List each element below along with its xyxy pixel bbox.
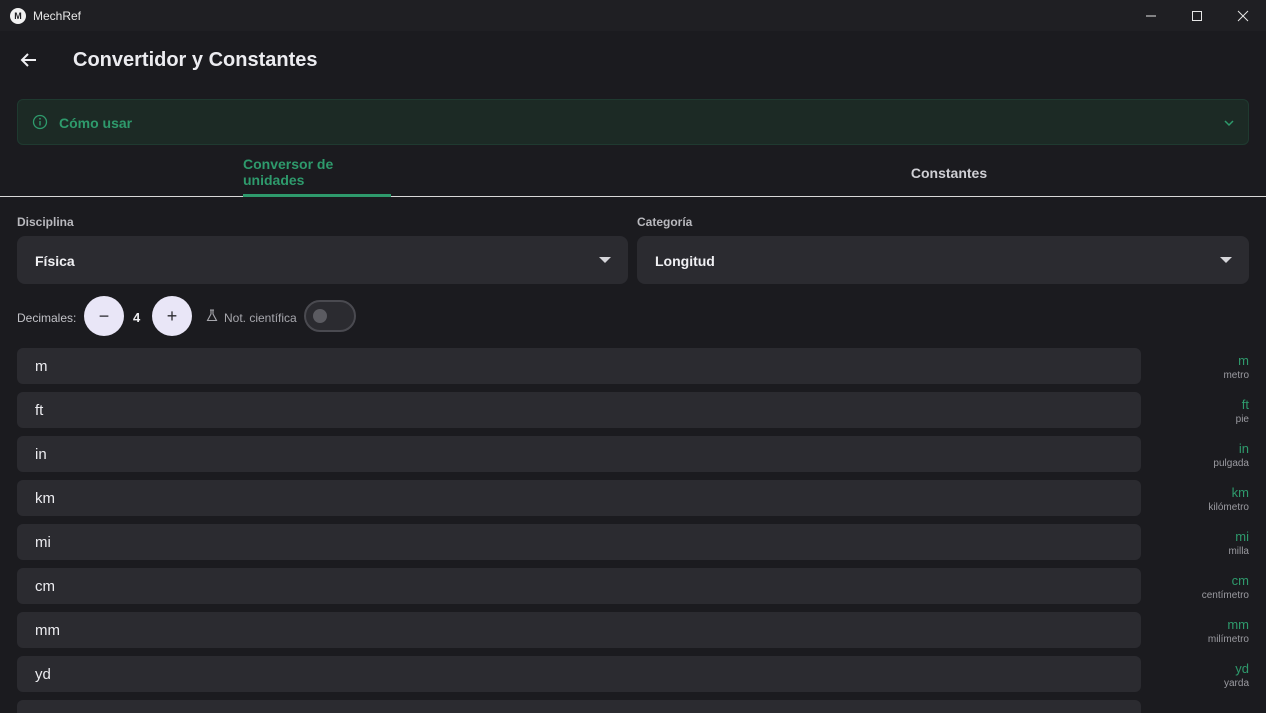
unit-input-km[interactable]: km	[17, 480, 1141, 516]
unit-input-cm[interactable]: cm	[17, 568, 1141, 604]
discipline-value: Física	[35, 253, 75, 269]
unit-name: milla	[1228, 546, 1249, 557]
decimals-label: Decimales:	[17, 311, 77, 325]
unit-symbol: ft	[1241, 397, 1249, 412]
maximize-button[interactable]	[1174, 0, 1220, 31]
close-icon	[1237, 10, 1249, 21]
list-item: yd yd yarda	[17, 656, 1249, 700]
scientific-notation-toggle[interactable]	[304, 300, 356, 332]
tab-unit-converter[interactable]: Conversor de unidades	[243, 150, 391, 197]
how-to-use-label: Cómo usar	[59, 115, 133, 131]
minimize-icon	[1146, 15, 1156, 16]
app-title: MechRef	[33, 8, 82, 23]
unit-name: pulgada	[1213, 458, 1249, 469]
list-item-partial	[17, 700, 1249, 713]
caret-down-icon	[599, 257, 611, 263]
back-button[interactable]	[16, 47, 42, 73]
minimize-button[interactable]	[1128, 0, 1174, 31]
list-item: cm cm centímetro	[17, 568, 1249, 612]
decimals-row: Decimales: − 4 + Not. científica	[17, 296, 417, 336]
unit-name: milímetro	[1207, 634, 1249, 645]
unit-input-placeholder: km	[35, 490, 55, 507]
unit-symbol: km	[1231, 485, 1249, 500]
unit-symbol: mi	[1235, 529, 1249, 544]
unit-input-m[interactable]: m	[17, 348, 1141, 384]
unit-input-placeholder: mm	[35, 622, 60, 639]
title-bar: M MechRef	[0, 0, 1266, 31]
unit-input-mm[interactable]: mm	[17, 612, 1141, 648]
unit-name: pie	[1235, 414, 1249, 425]
increase-decimals-button[interactable]: +	[152, 296, 192, 336]
caret-down-icon	[1220, 257, 1232, 263]
info-icon	[32, 114, 48, 130]
unit-symbol: in	[1238, 441, 1249, 456]
unit-symbol: mm	[1227, 617, 1249, 632]
flask-icon	[206, 309, 218, 322]
list-item: mi mi milla	[17, 524, 1249, 568]
toggle-knob	[313, 309, 327, 323]
unit-input-in[interactable]: in	[17, 436, 1141, 472]
unit-input-placeholder: m	[35, 358, 48, 375]
discipline-label: Disciplina	[17, 215, 74, 229]
unit-symbol: m	[1238, 353, 1249, 368]
unit-symbol: cm	[1231, 573, 1249, 588]
window-controls	[1128, 0, 1266, 31]
unit-input-placeholder: cm	[35, 578, 55, 595]
unit-symbol: yd	[1235, 661, 1249, 676]
page-title: Convertidor y Constantes	[73, 49, 318, 71]
plus-icon: +	[166, 305, 178, 326]
minus-icon: −	[98, 305, 110, 326]
scientific-notation-label: Not. científica	[224, 311, 297, 325]
unit-name: yarda	[1223, 678, 1249, 689]
app-logo-icon: M	[10, 7, 26, 24]
tab-constants[interactable]: Constantes	[893, 150, 1005, 196]
unit-input-yd[interactable]: yd	[17, 656, 1141, 692]
category-select[interactable]: Longitud	[637, 236, 1249, 284]
list-item: m m metro	[17, 348, 1249, 392]
unit-input-placeholder: mi	[35, 534, 51, 551]
unit-input-ft[interactable]: ft	[17, 392, 1141, 428]
unit-list: m m metro ft ft pie in in pulgada km km …	[17, 348, 1249, 713]
category-label: Categoría	[637, 215, 693, 229]
unit-input-partial[interactable]	[17, 700, 1141, 713]
unit-input-mi[interactable]: mi	[17, 524, 1141, 560]
page-header: Convertidor y Constantes	[0, 31, 1266, 91]
unit-input-placeholder: in	[35, 446, 47, 463]
tab-bar: Conversor de unidades Constantes	[0, 150, 1266, 197]
unit-input-placeholder: yd	[35, 666, 51, 683]
unit-input-placeholder: ft	[35, 402, 44, 419]
decrease-decimals-button[interactable]: −	[84, 296, 124, 336]
discipline-select[interactable]: Física	[17, 236, 628, 284]
unit-name: metro	[1223, 370, 1249, 381]
list-item: ft ft pie	[17, 392, 1249, 436]
decimals-value: 4	[133, 310, 141, 325]
close-button[interactable]	[1220, 0, 1266, 31]
arrow-left-icon	[20, 53, 36, 67]
list-item: in in pulgada	[17, 436, 1249, 480]
category-value: Longitud	[655, 253, 715, 269]
list-item: km km kilómetro	[17, 480, 1249, 524]
unit-name: kilómetro	[1208, 502, 1249, 513]
unit-name: centímetro	[1201, 590, 1249, 601]
maximize-icon	[1192, 10, 1202, 21]
list-item: mm mm milímetro	[17, 612, 1249, 656]
chevron-down-icon	[1224, 120, 1234, 127]
how-to-use-expander[interactable]: Cómo usar	[17, 99, 1249, 145]
